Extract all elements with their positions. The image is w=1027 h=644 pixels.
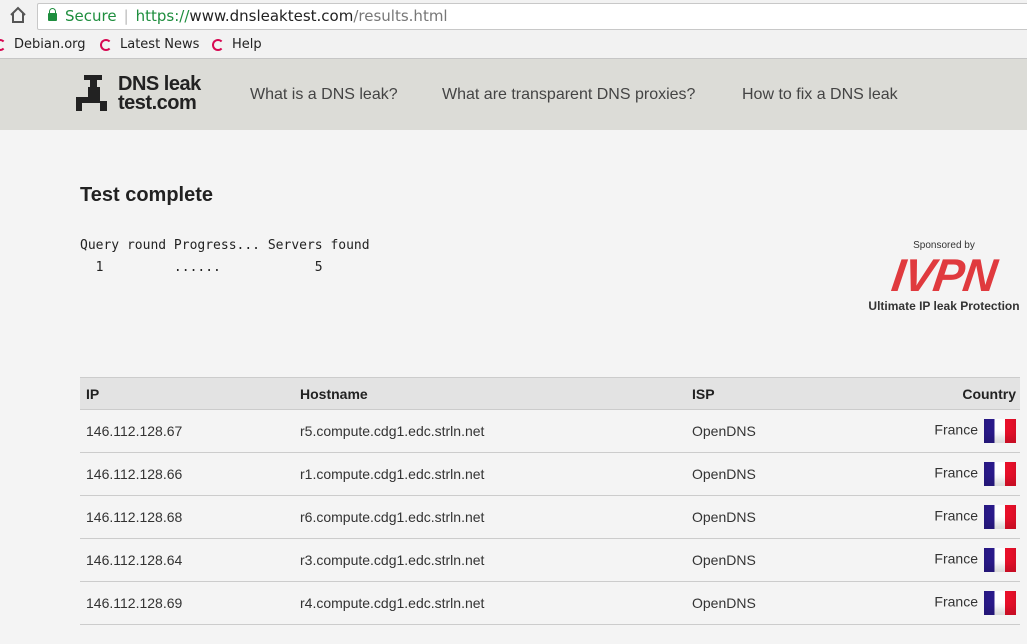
cell-isp: OpenDNS xyxy=(686,538,831,582)
browser-toolbar: Secure | https://www.dnsleaktest.com/resul… xyxy=(0,0,1027,33)
tap-icon xyxy=(76,75,107,111)
cell-ip: 146.112.128.64 xyxy=(80,538,294,582)
results-table: IP Hostname ISP Country 146.112.128.67 r5… xyxy=(80,377,1020,625)
cell-country: France xyxy=(830,495,1020,539)
page-title: Test complete xyxy=(80,184,213,206)
country-name: France xyxy=(934,507,978,524)
france-flag-icon xyxy=(984,548,1016,572)
lock-icon xyxy=(48,8,57,21)
cell-ip: 146.112.128.66 xyxy=(80,452,294,496)
table-row: 146.112.128.66 r1.compute.cdg1.edc.strln.… xyxy=(80,452,1020,496)
cell-ip: 146.112.128.67 xyxy=(80,409,294,453)
address-bar[interactable]: Secure | https://www.dnsleaktest.com/resul… xyxy=(37,3,1027,30)
logo-line2: test.com xyxy=(118,92,197,114)
progress-row: 1 ...... 5 xyxy=(80,260,323,275)
nav-transparent-dns-proxies[interactable]: What are transparent DNS proxies? xyxy=(442,86,695,104)
bookmark-label: Debian.org xyxy=(14,37,86,52)
cell-country: France xyxy=(830,409,1020,453)
cell-isp: OpenDNS xyxy=(686,409,831,453)
bookmark-debian[interactable]: Debian.org xyxy=(0,37,86,52)
ivpn-logo: IVPN xyxy=(888,249,1000,301)
home-icon[interactable] xyxy=(9,6,27,24)
col-ip: IP xyxy=(80,377,294,410)
bookmark-label: Help xyxy=(232,37,262,52)
secure-label: Secure xyxy=(65,7,117,25)
country-name: France xyxy=(934,550,978,567)
country-name: France xyxy=(934,421,978,438)
cell-country: France xyxy=(830,581,1020,625)
country-name: France xyxy=(934,593,978,610)
country-name: France xyxy=(934,464,978,481)
bookmark-help[interactable]: Help xyxy=(212,37,262,52)
cell-hostname: r1.compute.cdg1.edc.strln.net xyxy=(294,452,686,496)
france-flag-icon xyxy=(984,591,1016,615)
col-hostname: Hostname xyxy=(294,377,686,410)
cell-ip: 146.112.128.68 xyxy=(80,495,294,539)
nav-what-is-dns-leak[interactable]: What is a DNS leak? xyxy=(250,86,398,104)
debian-icon xyxy=(0,38,6,51)
col-isp: ISP xyxy=(686,377,831,410)
sponsor-banner[interactable]: Sponsored by IVPN Ultimate IP leak Prote… xyxy=(868,240,1020,313)
cell-hostname: r6.compute.cdg1.edc.strln.net xyxy=(294,495,686,539)
debian-icon xyxy=(100,38,112,51)
cell-ip: 146.112.128.69 xyxy=(80,581,294,625)
cell-hostname: r3.compute.cdg1.edc.strln.net xyxy=(294,538,686,582)
france-flag-icon xyxy=(984,419,1016,443)
cell-isp: OpenDNS xyxy=(686,581,831,625)
site-logo[interactable]: DNS leak test.com xyxy=(76,74,201,114)
france-flag-icon xyxy=(984,462,1016,486)
table-row: 146.112.128.68 r6.compute.cdg1.edc.strln.… xyxy=(80,495,1020,539)
progress-header: Query round Progress... Servers found xyxy=(80,238,370,253)
cell-country: France xyxy=(830,452,1020,496)
col-country: Country xyxy=(830,377,1020,410)
url-path: /results.html xyxy=(353,7,448,25)
cell-hostname: r4.compute.cdg1.edc.strln.net xyxy=(294,581,686,625)
bookmark-label: Latest News xyxy=(120,37,200,52)
table-row: 146.112.128.64 r3.compute.cdg1.edc.strln.… xyxy=(80,538,1020,582)
cell-country: France xyxy=(830,538,1020,582)
bookmarks-bar: Debian.org Latest News Help xyxy=(0,33,1027,59)
cell-isp: OpenDNS xyxy=(686,495,831,539)
cell-hostname: r5.compute.cdg1.edc.strln.net xyxy=(294,409,686,453)
france-flag-icon xyxy=(984,505,1016,529)
cell-isp: OpenDNS xyxy=(686,452,831,496)
debian-icon xyxy=(212,38,224,51)
table-row: 146.112.128.67 r5.compute.cdg1.edc.strln.… xyxy=(80,409,1020,453)
sponsor-tagline: Ultimate IP leak Protection xyxy=(868,299,1020,313)
bookmark-latest-news[interactable]: Latest News xyxy=(100,37,199,52)
url-host: www.dnsleaktest.com xyxy=(189,7,354,25)
table-row: 146.112.128.69 r4.compute.cdg1.edc.strln.… xyxy=(80,581,1020,625)
url-scheme: https:// xyxy=(135,7,190,25)
nav-fix-dns-leak[interactable]: How to fix a DNS leak xyxy=(742,86,898,104)
